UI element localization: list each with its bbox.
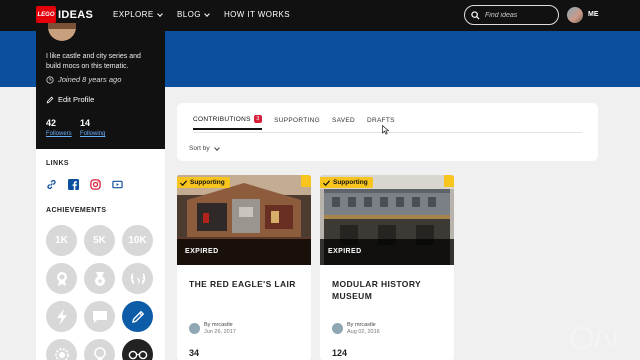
joined-text: Joined 8 years ago (58, 75, 122, 84)
profile-card: I like castle and city series and build … (36, 23, 165, 149)
ideas-logo-text: IDEAS (58, 8, 94, 21)
contributions-count-badge: 3 (253, 115, 263, 123)
project-card[interactable]: Supporting EXPIRED THE RED EAGLE'S LAIR … (177, 175, 311, 360)
search-icon (471, 10, 480, 20)
lightbulb-icon[interactable] (84, 339, 115, 360)
lightning-icon[interactable] (46, 301, 77, 332)
medal-icon[interactable] (84, 263, 115, 294)
nav-how-label: HOW IT WORKS (224, 10, 290, 19)
chevron-down-icon (204, 10, 210, 17)
profile-bio: I like castle and city series and build … (46, 53, 141, 70)
following-stat[interactable]: 14 Following (80, 118, 105, 137)
joined-date: Joined 8 years ago (46, 75, 121, 84)
lego-logo-badge: LEGO (36, 6, 56, 23)
youtube-icon[interactable] (112, 177, 123, 189)
nav-blog-label: BLOG (177, 10, 201, 19)
search-input[interactable] (485, 11, 555, 19)
profile-sidebar: LINKS ACHIEVEMENTS 1K 5K 10K (36, 149, 165, 360)
project-date: Aug 02, 2016 (347, 329, 380, 335)
bookmark-flag-icon[interactable] (444, 175, 454, 187)
nav-blog[interactable]: BLOG (177, 10, 210, 19)
comment-icon[interactable] (84, 301, 115, 332)
author-info: By mrcastle Aug 02, 2016 (347, 322, 380, 336)
check-icon (323, 179, 330, 186)
instagram-icon[interactable] (90, 177, 101, 190)
edit-profile-label: Edit Profile (58, 95, 95, 104)
social-links (46, 177, 123, 190)
support-count: 34 (189, 348, 200, 358)
project-date: Jun 26, 2017 (204, 329, 236, 335)
following-count: 14 (80, 118, 91, 128)
expired-status: EXPIRED (177, 239, 311, 265)
nav-how-it-works[interactable]: HOW IT WORKS (224, 10, 290, 19)
pencil-icon (46, 96, 54, 103)
tab-drafts[interactable]: DRAFTS (367, 115, 395, 130)
nav-explore-label: EXPLORE (113, 10, 154, 19)
link-icon[interactable] (46, 177, 57, 190)
author-name[interactable]: mrcastle (355, 322, 376, 328)
author-info: By mrcastle Jun 26, 2017 (204, 322, 236, 336)
gear-badge-icon[interactable] (46, 339, 77, 360)
achievements-grid: 1K 5K 10K (46, 225, 153, 360)
pencil-icon[interactable] (122, 301, 153, 332)
lego-ideas-logo[interactable]: LEGO IDEAS (36, 6, 93, 23)
1k-badge-icon[interactable]: 1K (46, 225, 77, 256)
author-prefix: By (204, 322, 211, 328)
project-author[interactable]: By mrcastle Jun 26, 2017 (189, 322, 236, 336)
edit-profile-link[interactable]: Edit Profile (46, 95, 94, 104)
glasses-icon[interactable] (122, 339, 153, 360)
profile-avatar (48, 23, 76, 41)
tab-supporting-label: SUPPORTING (274, 116, 320, 124)
author-avatar (332, 323, 343, 334)
nav-explore[interactable]: EXPLORE (113, 10, 163, 19)
profile-tabs: CONTRIBUTIONS 3 SUPPORTING SAVED DRAFTS (193, 115, 395, 130)
clock-icon (46, 75, 54, 84)
laurel-icon[interactable] (122, 263, 153, 294)
followers-stat[interactable]: 42 Followers (46, 118, 72, 137)
supporting-badge-label: Supporting (190, 179, 225, 186)
tab-saved-label: SAVED (331, 116, 355, 124)
links-heading: LINKS (46, 160, 69, 167)
tab-drafts-label: DRAFTS (367, 116, 395, 124)
tab-contributions-label: CONTRIBUTIONS (193, 115, 251, 123)
author-name[interactable]: mrcastle (212, 322, 233, 328)
sort-dropdown[interactable]: Sort by (189, 144, 220, 152)
author-prefix: By (347, 322, 354, 328)
chevron-down-icon (213, 144, 220, 151)
supporting-badge: Supporting (320, 177, 373, 188)
followers-count: 42 (46, 118, 57, 128)
project-author[interactable]: By mrcastle Aug 02, 2016 (332, 322, 380, 336)
achievements-heading: ACHIEVEMENTS (46, 207, 107, 214)
tab-saved[interactable]: SAVED (332, 115, 355, 130)
following-link[interactable]: Following (80, 131, 105, 137)
tab-supporting[interactable]: SUPPORTING (274, 115, 320, 130)
support-count: 124 (332, 348, 348, 358)
10k-badge-icon[interactable]: 10K (122, 225, 153, 256)
facebook-icon[interactable] (68, 177, 79, 190)
check-icon (180, 179, 187, 186)
project-title[interactable]: THE RED EAGLE'S LAIR (189, 278, 304, 290)
project-title[interactable]: MODULAR HISTORY MUSEUM (332, 278, 447, 302)
top-navigation-bar: LEGO IDEAS EXPLORE BLOG HOW IT WORKS ME (0, 0, 640, 31)
mouse-cursor-icon (382, 125, 389, 135)
sort-label: Sort by (189, 145, 210, 152)
bookmark-flag-icon[interactable] (301, 175, 311, 187)
author-avatar (189, 323, 200, 334)
award-ribbon-icon[interactable] (46, 263, 77, 294)
supporting-badge: Supporting (177, 177, 230, 188)
5k-badge-icon[interactable]: 5K (84, 225, 115, 256)
followers-link[interactable]: Followers (46, 131, 72, 137)
search-box[interactable] (464, 5, 559, 25)
me-menu-label[interactable]: ME (588, 11, 599, 18)
expired-status: EXPIRED (320, 239, 454, 265)
watermark-logo-icon (571, 327, 617, 349)
tab-contributions[interactable]: CONTRIBUTIONS 3 (193, 115, 263, 130)
chevron-down-icon (156, 10, 163, 17)
user-avatar[interactable] (567, 7, 583, 23)
supporting-badge-label: Supporting (333, 179, 368, 186)
project-card[interactable]: Supporting EXPIRED MODULAR HISTORY MUSEU… (320, 175, 454, 360)
